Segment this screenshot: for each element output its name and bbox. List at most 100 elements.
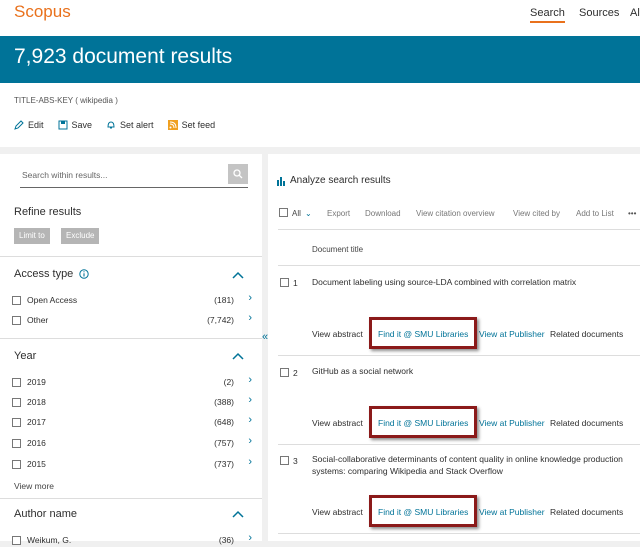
collapse-author-icon[interactable] [232, 510, 244, 518]
search-submit-button[interactable] [228, 164, 248, 184]
search-within-results[interactable]: Search within results... [20, 164, 248, 188]
search-within-input[interactable]: Search within results... [22, 170, 108, 180]
edit-label: Edit [28, 120, 44, 130]
checkbox[interactable] [12, 438, 21, 448]
chevron-right-icon[interactable]: › [248, 532, 252, 544]
author-name-header[interactable]: Author name [14, 508, 77, 520]
checkbox[interactable] [12, 459, 21, 469]
analyze-search-results-link[interactable]: Analyze search results [276, 175, 391, 186]
filter-option-author[interactable]: Weikum, G. (36) › [12, 532, 252, 547]
result-title-link[interactable]: Document labeling using source-LDA combi… [312, 276, 632, 288]
chevron-right-icon[interactable]: › [248, 456, 252, 468]
nav-alerts[interactable]: Al [630, 7, 640, 19]
view-abstract-link[interactable]: View abstract [312, 418, 363, 428]
checkbox[interactable] [12, 377, 21, 387]
checkbox[interactable] [12, 397, 21, 407]
view-abstract-link[interactable]: View abstract [312, 329, 363, 339]
divider [0, 256, 262, 257]
save-button[interactable]: Save [58, 120, 92, 130]
divider [278, 265, 640, 266]
divider [0, 338, 262, 339]
view-at-publisher-link[interactable]: View at Publisher [479, 507, 545, 517]
access-type-header[interactable]: Access type [14, 268, 90, 280]
divider [0, 498, 262, 499]
checkbox[interactable] [12, 315, 21, 325]
chevron-right-icon[interactable]: › [248, 292, 252, 304]
view-abstract-link[interactable]: View abstract [312, 507, 363, 517]
more-options-icon[interactable]: ••• [628, 209, 636, 218]
option-count: (757) [214, 438, 234, 448]
view-at-publisher-link[interactable]: View at Publisher [479, 329, 545, 339]
filter-option-2018[interactable]: 2018 (388) › [12, 394, 252, 409]
nav-search[interactable]: Search [530, 7, 565, 23]
chevron-right-icon[interactable]: › [248, 312, 252, 324]
option-count: (737) [214, 459, 234, 469]
result-number: 3 [293, 456, 298, 466]
related-documents-link[interactable]: Related documents [550, 418, 623, 428]
result-checkbox[interactable] [280, 456, 289, 465]
result-checkbox[interactable] [280, 368, 289, 377]
result-checkbox[interactable] [280, 278, 289, 287]
collapse-access-type-icon[interactable] [232, 271, 244, 279]
edit-button[interactable]: Edit [14, 120, 44, 130]
download-button[interactable]: Download [365, 209, 401, 218]
collapse-year-icon[interactable] [232, 352, 244, 360]
bar-chart-icon [277, 176, 285, 186]
filter-option-2015[interactable]: 2015 (737) › [12, 456, 252, 471]
chevron-right-icon[interactable]: › [248, 435, 252, 447]
exclude-button[interactable]: Exclude [61, 228, 100, 244]
divider [278, 444, 640, 445]
view-more-link[interactable]: View more [14, 481, 54, 491]
year-header[interactable]: Year [14, 350, 36, 362]
result-number: 1 [293, 278, 298, 288]
option-label: 2017 [27, 417, 46, 427]
option-label: 2019 [27, 377, 46, 387]
author-name-title: Author name [14, 508, 77, 520]
checkbox[interactable] [12, 295, 21, 305]
limit-to-button[interactable]: Limit to [14, 228, 50, 244]
pencil-icon [14, 120, 24, 130]
related-documents-link[interactable]: Related documents [550, 507, 623, 517]
option-count: (36) [218, 535, 234, 545]
chevron-right-icon[interactable]: › [248, 394, 252, 406]
chevron-right-icon[interactable]: › [248, 414, 252, 426]
set-feed-button[interactable]: Set feed [167, 120, 216, 130]
chevron-down-icon[interactable]: ⌄ [305, 209, 312, 218]
bell-icon [107, 121, 115, 129]
filter-option-2016[interactable]: 2016 (757) › [12, 435, 252, 450]
view-citation-overview-button[interactable]: View citation overview [416, 209, 495, 218]
option-count: (388) [214, 397, 234, 407]
set-alert-label: Set alert [120, 120, 154, 130]
scopus-logo[interactable]: Scopus [14, 2, 71, 22]
refine-title: Refine results [14, 206, 82, 218]
highlight-box [369, 317, 477, 349]
filter-option-2019[interactable]: 2019 (2) › [12, 374, 252, 389]
highlight-box [369, 495, 477, 527]
filter-option-open-access[interactable]: Open Access (181) › [12, 292, 252, 307]
search-query: TITLE-ABS-KEY ( wikipedia ) [14, 96, 118, 105]
rss-icon [167, 120, 178, 130]
checkbox[interactable] [12, 417, 21, 427]
select-all-dropdown[interactable]: All [292, 209, 301, 218]
view-at-publisher-link[interactable]: View at Publisher [479, 418, 545, 428]
filter-option-other[interactable]: Other (7,742) › [12, 312, 252, 327]
chevron-right-icon[interactable]: › [248, 374, 252, 386]
top-bar: Scopus Search Sources Al [0, 0, 640, 36]
checkbox[interactable] [12, 535, 21, 545]
filter-option-2017[interactable]: 2017 (648) › [12, 414, 252, 429]
select-all-checkbox[interactable] [279, 208, 288, 217]
option-label: Open Access [27, 295, 78, 305]
result-title-link[interactable]: GitHub as a social network [312, 365, 632, 377]
nav-sources[interactable]: Sources [579, 7, 619, 19]
related-documents-link[interactable]: Related documents [550, 329, 623, 339]
document-title-column-header[interactable]: Document title [312, 245, 363, 254]
view-cited-by-button[interactable]: View cited by [513, 209, 560, 218]
set-alert-button[interactable]: Set alert [106, 120, 154, 130]
result-title-link[interactable]: Social-collaborative determinants of con… [312, 453, 632, 477]
add-to-list-button[interactable]: Add to List [576, 209, 614, 218]
results-count-title: 7,923 document results [14, 45, 233, 68]
export-button[interactable]: Export [327, 209, 350, 218]
info-icon[interactable] [79, 269, 90, 279]
set-feed-label: Set feed [181, 120, 216, 130]
highlight-box [369, 406, 477, 438]
